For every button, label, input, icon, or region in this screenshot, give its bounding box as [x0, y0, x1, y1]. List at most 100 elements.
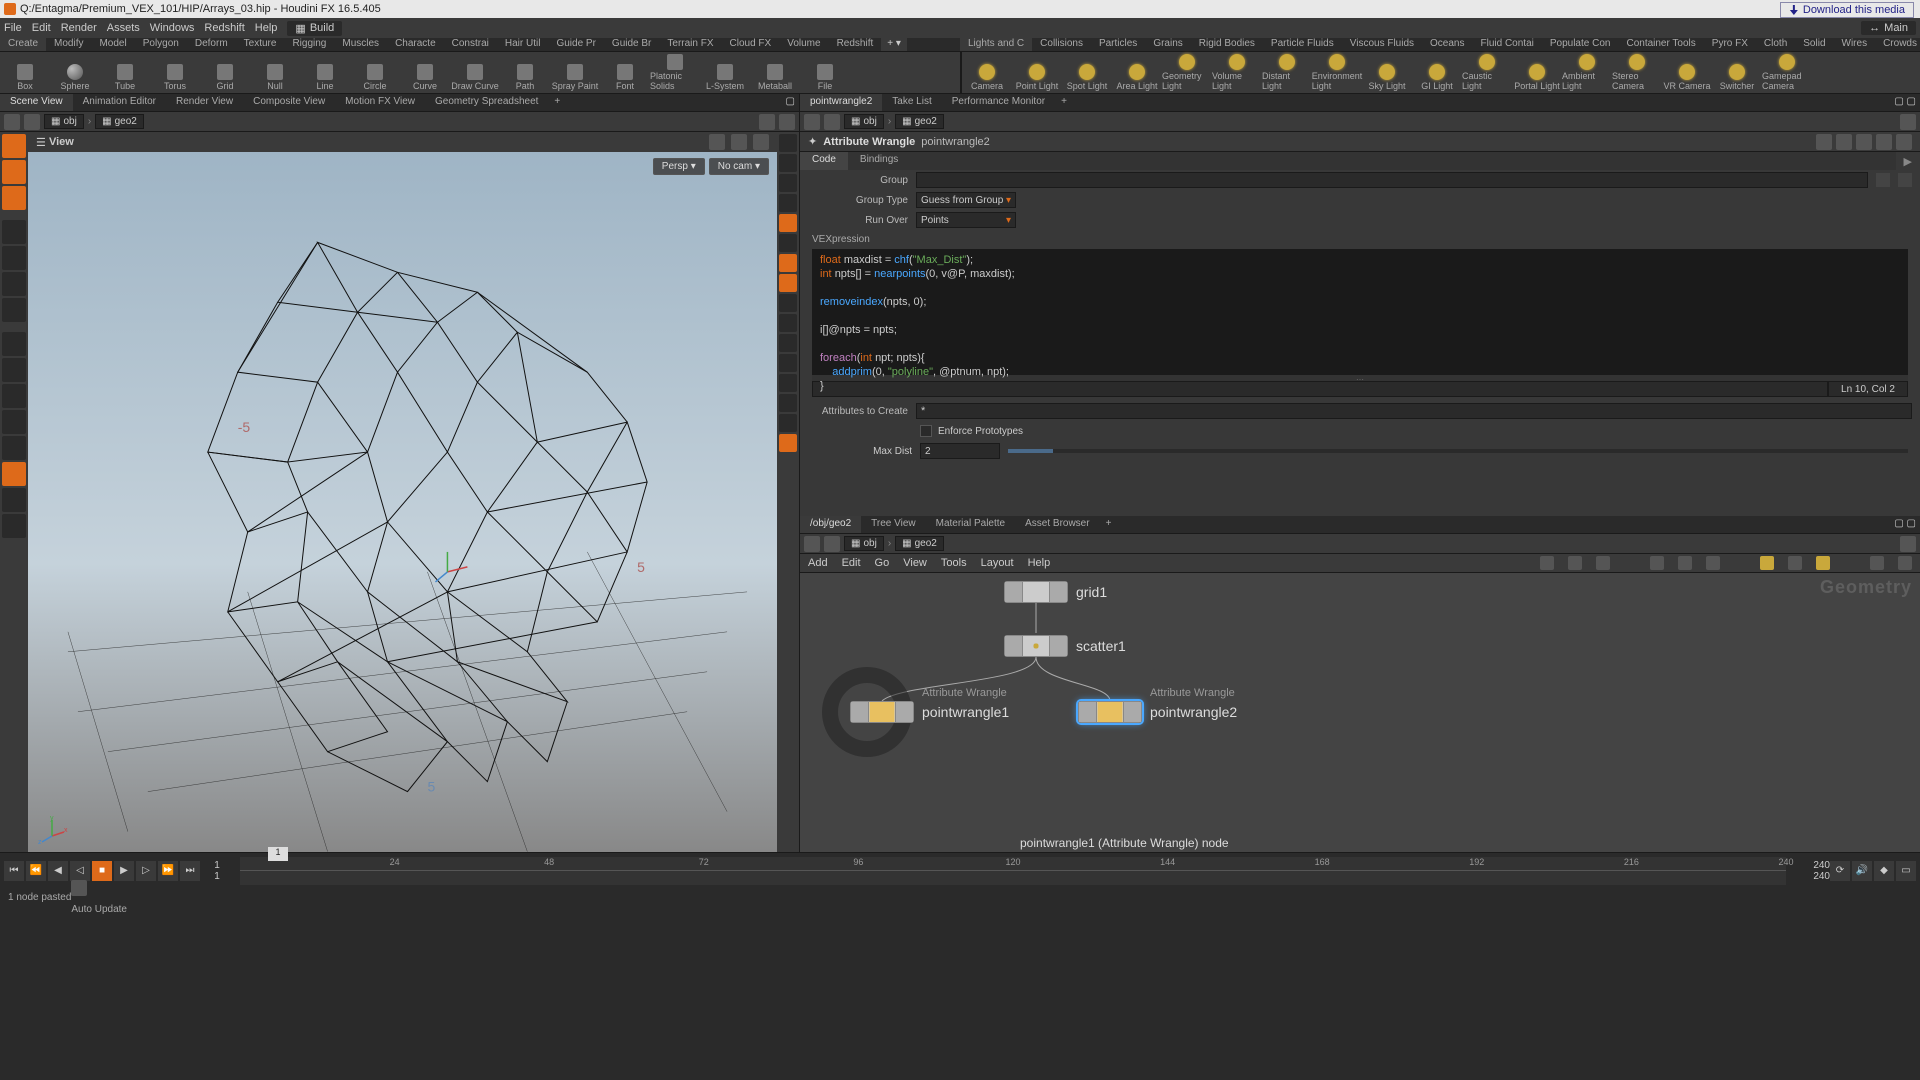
shelf-tab[interactable]: Rigging — [284, 38, 334, 51]
pane-tab[interactable]: /obj/geo2 — [800, 516, 861, 533]
shelf-tab[interactable]: Cloth — [1756, 38, 1795, 51]
select-contained-icon[interactable] — [2, 160, 26, 184]
parm-back-icon[interactable] — [804, 114, 820, 130]
menu-redshift[interactable]: Redshift — [204, 22, 244, 34]
grouptype-select[interactable]: Guess from Group — [916, 192, 1016, 208]
snap2-icon[interactable] — [2, 384, 26, 408]
tool-switcher[interactable]: Switcher — [1712, 52, 1762, 93]
menu-help[interactable]: Help — [255, 22, 278, 34]
next-frame-button[interactable]: ▷ — [136, 861, 156, 881]
tool-font[interactable]: Font — [600, 52, 650, 93]
wire-icon[interactable] — [779, 374, 797, 392]
net-menu-view[interactable]: View — [903, 557, 927, 569]
tool-portal-light[interactable]: Portal Light — [1512, 52, 1562, 93]
parm-pane-menu[interactable]: ▢ ▢ — [1890, 94, 1920, 111]
shelf-tab[interactable]: Polygon — [135, 38, 187, 51]
tool-curve[interactable]: Curve — [400, 52, 450, 93]
cook-icon[interactable] — [71, 880, 87, 896]
tool-l-system[interactable]: L-System — [700, 52, 750, 93]
link-icon[interactable] — [779, 114, 795, 130]
net-find-icon[interactable] — [1870, 556, 1884, 570]
net-tool-1-icon[interactable] — [1540, 556, 1554, 570]
shelf-tab[interactable]: Populate Con — [1542, 38, 1619, 51]
audio-icon[interactable]: 🔊 — [1852, 861, 1872, 881]
net-menu-tools[interactable]: Tools — [941, 557, 967, 569]
shelf-tab[interactable]: Texture — [236, 38, 285, 51]
shelf-tab[interactable]: Model — [91, 38, 134, 51]
shelf-tab[interactable]: Terrain FX — [659, 38, 721, 51]
shelf-tab[interactable]: Collisions — [1032, 38, 1091, 51]
select-tool-icon[interactable] — [2, 134, 26, 158]
crumb-geo[interactable]: ▦ geo2 — [95, 114, 144, 129]
net-menu-edit[interactable]: Edit — [842, 557, 861, 569]
display-opt-icon[interactable] — [779, 134, 797, 152]
net-view-1-icon[interactable] — [1650, 556, 1664, 570]
prev-frame-button[interactable]: ◀ — [48, 861, 68, 881]
net-info-icon[interactable] — [1898, 556, 1912, 570]
lock-icon[interactable] — [779, 154, 797, 172]
node-grid1[interactable]: grid1 — [1004, 581, 1107, 603]
primnum-icon[interactable] — [779, 254, 797, 272]
next-key-button[interactable]: ⏩ — [158, 861, 178, 881]
enforce-checkbox[interactable] — [920, 425, 932, 437]
tool-ambient-light[interactable]: Ambient Light — [1562, 52, 1612, 93]
timeline-track[interactable]: 24487296120144168192216240 1 — [240, 857, 1786, 885]
crumb-obj[interactable]: ▦ obj — [44, 114, 84, 129]
net-tool-3-icon[interactable] — [1596, 556, 1610, 570]
hq-icon[interactable] — [779, 434, 797, 452]
shelf-tab[interactable]: Muscles — [334, 38, 387, 51]
tool-caustic-light[interactable]: Caustic Light — [1462, 52, 1512, 93]
tool-spot-light[interactable]: Spot Light — [1062, 52, 1112, 93]
lasso-icon[interactable] — [2, 186, 26, 210]
net-view-2-icon[interactable] — [1678, 556, 1692, 570]
grid-icon[interactable] — [779, 294, 797, 312]
tool-gamepad-camera[interactable]: Gamepad Camera — [1762, 52, 1812, 93]
update-mode[interactable]: Auto Update — [71, 904, 1912, 915]
pane-tab[interactable]: Render View — [166, 94, 243, 111]
desktop-selector[interactable]: ▦ Build — [287, 21, 342, 36]
tool-draw-curve[interactable]: Draw Curve — [450, 52, 500, 93]
pane-tab[interactable]: Performance Monitor — [942, 94, 1055, 111]
tool-circle[interactable]: Circle — [350, 52, 400, 93]
scope-icon[interactable]: ▭ — [1896, 861, 1916, 881]
xray-icon[interactable] — [779, 394, 797, 412]
net-menu-layout[interactable]: Layout — [981, 557, 1014, 569]
runover-select[interactable]: Points — [916, 212, 1016, 228]
shelf-tab[interactable]: Cloud FX — [722, 38, 780, 51]
pane-tab[interactable]: Motion FX View — [335, 94, 425, 111]
tool-line[interactable]: Line — [300, 52, 350, 93]
net-back-icon[interactable] — [804, 536, 820, 552]
shelf-tab[interactable]: Viscous Fluids — [1342, 38, 1422, 51]
net-fwd-icon[interactable] — [824, 536, 840, 552]
vex-code-editor[interactable]: float maxdist = chf("Max_Dist");int npts… — [812, 249, 1908, 375]
node-pointwrangle2[interactable]: Attribute Wrangle pointwrangle2 — [1078, 701, 1237, 723]
shelf-tab[interactable]: Create — [0, 38, 46, 51]
shelf-tab[interactable]: Hair Util — [497, 38, 549, 51]
handle-icon[interactable] — [2, 332, 26, 356]
net-color-icon[interactable] — [1760, 556, 1774, 570]
menu-edit[interactable]: Edit — [32, 22, 51, 34]
net-crumb-geo[interactable]: ▦ geo2 — [895, 536, 944, 551]
maxdist-slider[interactable] — [1008, 449, 1908, 453]
parm-crumb-obj[interactable]: ▦ obj — [844, 114, 884, 129]
play-icon[interactable]: ▶ — [1896, 155, 1920, 168]
shade-icon[interactable] — [779, 354, 797, 372]
net-pane-menu[interactable]: ▢ ▢ — [1890, 516, 1920, 533]
mat-icon[interactable] — [779, 414, 797, 432]
shelf-tab[interactable]: Volume — [779, 38, 828, 51]
pane-tab[interactable]: Asset Browser — [1015, 516, 1099, 533]
menubar-main[interactable]: ↔ Main — [1861, 21, 1916, 35]
shelf-tab[interactable]: Wires — [1834, 38, 1876, 51]
parm-fwd-icon[interactable] — [824, 114, 840, 130]
realtime-icon[interactable]: ⟳ — [1830, 861, 1850, 881]
tool-torus[interactable]: Torus — [150, 52, 200, 93]
viewport[interactable]: ☰ View Persp ▾ No cam ▾ — [28, 132, 777, 852]
info-icon[interactable] — [1876, 134, 1892, 150]
shelf-tab[interactable]: Fluid Contai — [1473, 38, 1542, 51]
pane-tab[interactable]: pointwrangle2 — [800, 94, 882, 111]
shelf-tab[interactable]: Redshift — [829, 38, 882, 51]
snap3-icon[interactable] — [2, 410, 26, 434]
shelf-tab[interactable]: Characte — [387, 38, 444, 51]
add-pane-tab[interactable]: + — [548, 94, 566, 111]
prev-key-button[interactable]: ⏪ — [26, 861, 46, 881]
